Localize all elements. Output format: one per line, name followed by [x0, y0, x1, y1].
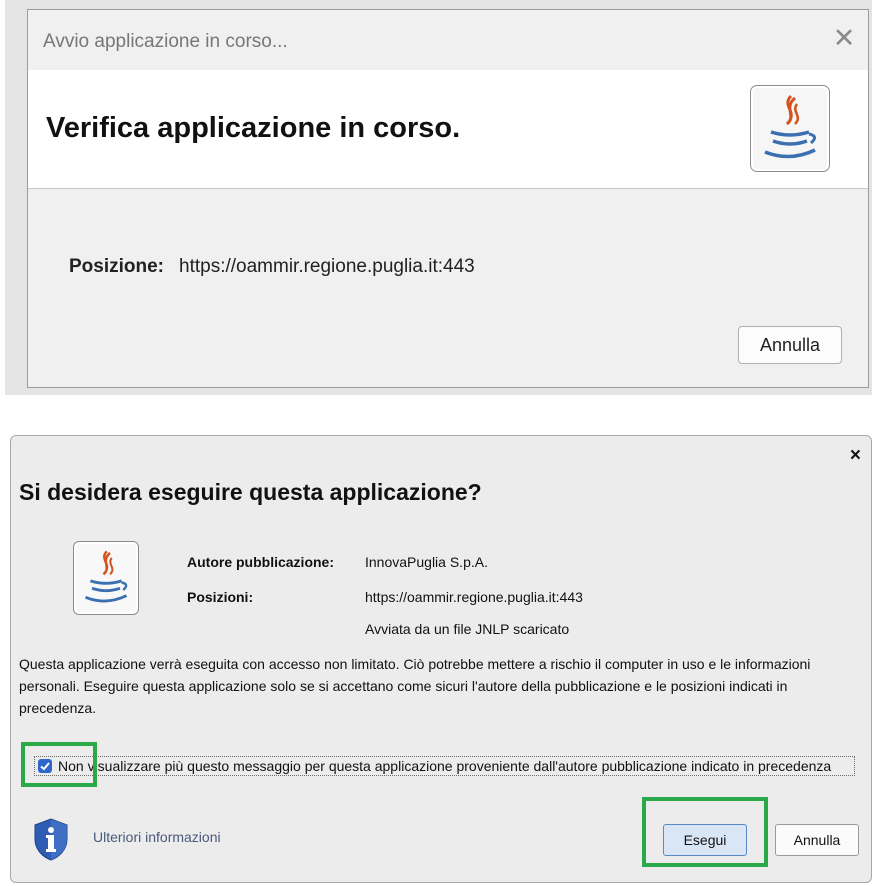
java-icon [73, 541, 139, 615]
cancel-button[interactable]: Annulla [738, 326, 842, 364]
more-info-link[interactable]: Ulteriori informazioni [93, 829, 221, 845]
dont-show-again-label[interactable]: Non visualizzare più questo messaggio pe… [58, 758, 831, 774]
publisher-label: Autore pubblicazione: [187, 554, 334, 570]
position-value: https://oammir.regione.puglia.it:443 [179, 256, 475, 277]
close-icon[interactable]: × [850, 446, 861, 466]
info-shield-icon [31, 817, 71, 861]
launch-dialog-titlebar: Avvio applicazione in corso... ✕ [28, 10, 868, 70]
dialog-title: Si desidera eseguire questa applicazione… [19, 479, 482, 505]
close-icon[interactable]: ✕ [832, 24, 856, 52]
cancel-button[interactable]: Annulla [775, 824, 859, 856]
launch-dialog-frame: Avvio applicazione in corso... ✕ Verific… [5, 0, 872, 395]
java-icon [750, 85, 830, 172]
position-label: Posizione: [69, 256, 165, 277]
checkbox-highlight-box [21, 742, 97, 787]
location-value: https://oammir.regione.puglia.it:443 [365, 589, 583, 605]
launched-from-text: Avviata da un file JNLP scaricato [365, 621, 570, 637]
run-confirm-dialog: × Si desidera eseguire questa applicazio… [10, 435, 872, 883]
launch-dialog-header: Verifica applicazione in corso. [28, 70, 868, 189]
warning-description: Questa applicazione verrà eseguita con a… [19, 656, 811, 716]
publisher-value: InnovaPuglia S.p.A. [365, 554, 488, 570]
launch-dialog-title: Avvio applicazione in corso... [43, 31, 288, 52]
verifying-heading: Verifica applicazione in corso. [46, 112, 461, 144]
run-button[interactable]: Esegui [663, 824, 747, 856]
launch-dialog: Avvio applicazione in corso... ✕ Verific… [27, 9, 869, 388]
locations-label: Posizioni: [187, 589, 254, 605]
